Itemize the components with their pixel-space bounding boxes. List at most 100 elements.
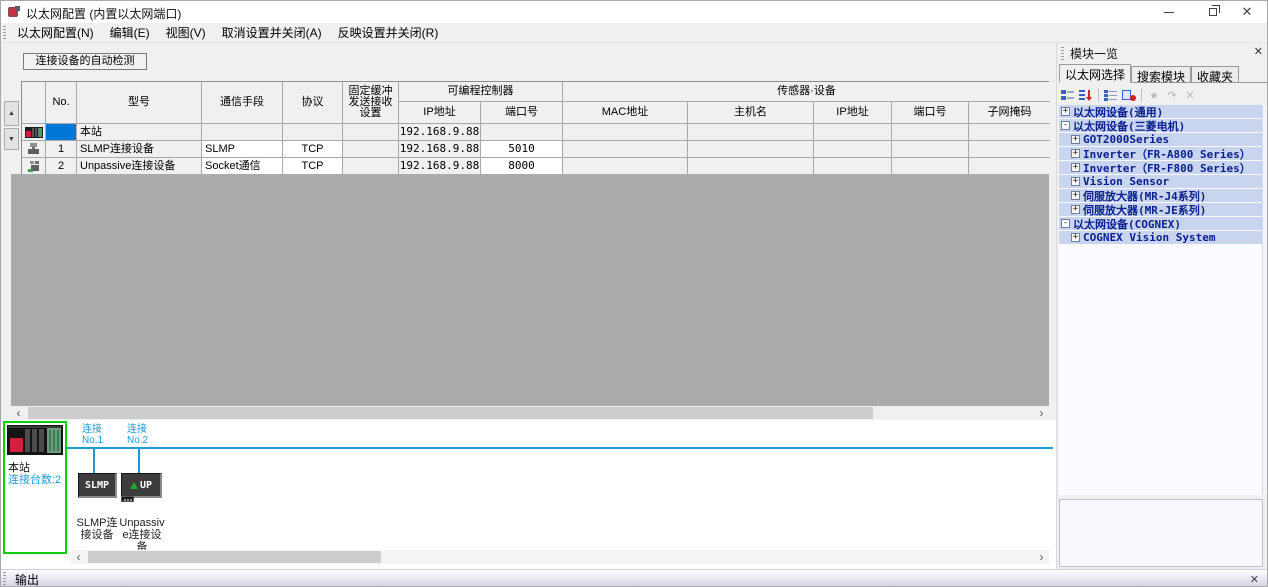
menu-view[interactable]: 视图(V): [158, 22, 214, 43]
expand-icon[interactable]: +: [1071, 205, 1080, 214]
scrollbar-thumb[interactable]: [28, 407, 873, 419]
minimize-button[interactable]: [1147, 1, 1191, 23]
menu-ethernet-config[interactable]: 以太网配置(N): [9, 22, 102, 43]
tree-item-servo-mrje[interactable]: + 伺服放大器(MR-JE系列): [1059, 203, 1263, 216]
scrollbar-thumb[interactable]: [88, 551, 381, 563]
tab-search-module[interactable]: 搜索模块: [1131, 66, 1191, 82]
hostname-cell[interactable]: [688, 141, 814, 158]
sensor-ip-cell[interactable]: [814, 141, 892, 158]
protocol-cell[interactable]: [283, 124, 343, 141]
fixed-buffer-cell[interactable]: [343, 141, 399, 158]
expand-icon[interactable]: +: [1071, 233, 1080, 242]
expand-icon[interactable]: +: [1071, 135, 1080, 144]
plc-port-cell[interactable]: [481, 124, 563, 141]
scroll-left-icon[interactable]: ‹: [71, 550, 86, 564]
hostname-cell[interactable]: [688, 158, 814, 175]
scroll-right-icon[interactable]: ›: [1034, 550, 1049, 564]
slmp-device-icon[interactable]: SLMP: [78, 473, 117, 498]
image-display-icon[interactable]: [1121, 88, 1137, 103]
ethernet-configuration-window: 以太网配置 (内置以太网端口) ✕ 以太网配置(N) 编辑(E) 视图(V) 取…: [0, 0, 1268, 587]
panel-close-icon[interactable]: ✕: [1254, 45, 1263, 58]
comm-cell[interactable]: Socket通信: [202, 158, 283, 175]
plc-port-cell[interactable]: 8000: [481, 158, 563, 175]
sensor-port-cell[interactable]: [892, 141, 969, 158]
sensor-ip-cell[interactable]: [814, 124, 892, 141]
tree-item-ethernet-generic[interactable]: + 以太网设备(通用): [1059, 105, 1263, 118]
header-icon-column: [22, 82, 46, 124]
move-row-up-button[interactable]: ▲: [4, 101, 19, 126]
output-close-icon[interactable]: ✕: [1250, 573, 1259, 586]
tab-favorites[interactable]: 收藏夹: [1191, 66, 1239, 82]
header-group-sensor: 传感器·设备: [563, 82, 1050, 102]
plc-ip-cell[interactable]: 192.168.9.88: [399, 124, 481, 141]
menu-edit[interactable]: 编辑(E): [102, 22, 158, 43]
category-display-icon[interactable]: [1060, 88, 1076, 103]
model-cell[interactable]: SLMP连接设备: [77, 141, 202, 158]
list-display-icon[interactable]: [1103, 88, 1119, 103]
tree-item-cognex-vision[interactable]: + COGNEX Vision System: [1059, 231, 1263, 244]
sort-icon[interactable]: [1078, 88, 1094, 103]
protocol-cell[interactable]: TCP: [283, 158, 343, 175]
auto-detect-button[interactable]: 连接设备的自动检测: [23, 53, 147, 70]
hostname-cell[interactable]: [688, 124, 814, 141]
collapse-icon[interactable]: -: [1061, 121, 1070, 130]
move-to-favorites-icon[interactable]: ↷: [1164, 88, 1180, 103]
sensor-ip-cell[interactable]: [814, 158, 892, 175]
mac-cell[interactable]: [563, 141, 688, 158]
header-hostname: 主机名: [688, 102, 814, 124]
tree-item-ethernet-mitsubishi[interactable]: - 以太网设备(三菱电机): [1059, 119, 1263, 132]
tree-item-got2000[interactable]: + GOT2000Series: [1059, 133, 1263, 146]
table-horizontal-scrollbar[interactable]: ‹ ›: [11, 406, 1049, 420]
sensor-port-cell[interactable]: [892, 158, 969, 175]
fixed-buffer-cell[interactable]: [343, 158, 399, 175]
model-cell[interactable]: 本站: [77, 124, 202, 141]
expand-icon[interactable]: +: [1071, 177, 1080, 186]
tree-item-vision-sensor[interactable]: + Vision Sensor: [1059, 175, 1263, 188]
expand-icon[interactable]: +: [1061, 107, 1070, 116]
tab-ethernet-selection[interactable]: 以太网选择: [1059, 64, 1131, 83]
mac-cell[interactable]: [563, 158, 688, 175]
scroll-left-icon[interactable]: ‹: [11, 406, 26, 420]
row-selector-cell[interactable]: [46, 124, 77, 141]
fixed-buffer-cell[interactable]: [343, 124, 399, 141]
header-model: 型号: [77, 82, 202, 124]
delete-icon[interactable]: ✕: [1182, 88, 1198, 103]
model-cell[interactable]: Unpassive连接设备: [77, 158, 202, 175]
tree-vertical-scrollbar[interactable]: [1262, 105, 1268, 495]
tree-item-ethernet-cognex[interactable]: - 以太网设备(COGNEX): [1059, 217, 1263, 230]
host-station-box[interactable]: 本站 连接台数:2: [3, 421, 67, 554]
tree-item-servo-mrj4[interactable]: + 伺服放大器(MR-J4系列): [1059, 189, 1263, 202]
diagram-horizontal-scrollbar[interactable]: ‹ ›: [71, 550, 1049, 564]
subnet-cell[interactable]: [969, 124, 1050, 141]
header-mac: MAC地址: [563, 102, 688, 124]
module-description-box: [1059, 499, 1263, 567]
comm-cell[interactable]: [202, 124, 283, 141]
expand-icon[interactable]: +: [1071, 149, 1080, 158]
expand-icon[interactable]: +: [1071, 191, 1080, 200]
plc-port-cell[interactable]: 5010: [481, 141, 563, 158]
move-row-down-button[interactable]: ▼: [4, 128, 19, 150]
unpassive-device-label: Unpassive连接设备: [118, 517, 166, 553]
scroll-right-icon[interactable]: ›: [1034, 406, 1049, 420]
tree-item-inverter-a800[interactable]: + Inverter（FR-A800 Series）: [1059, 147, 1263, 160]
panel-title-bar: 模块一览: [1059, 45, 1267, 62]
subnet-cell[interactable]: [969, 158, 1050, 175]
menu-cancel-and-close[interactable]: 取消设置并关闭(A): [214, 22, 330, 43]
close-button[interactable]: ✕: [1225, 1, 1268, 23]
menu-apply-and-close[interactable]: 反映设置并关闭(R): [330, 22, 447, 43]
unpassive-device-icon[interactable]: UP: [121, 473, 162, 498]
collapse-icon[interactable]: -: [1061, 219, 1070, 228]
comm-cell[interactable]: SLMP: [202, 141, 283, 158]
mac-cell[interactable]: [563, 124, 688, 141]
expand-icon[interactable]: +: [1071, 163, 1080, 172]
subnet-cell[interactable]: [969, 141, 1050, 158]
plc-ip-cell[interactable]: 192.168.9.88: [399, 141, 481, 158]
sensor-port-cell[interactable]: [892, 124, 969, 141]
plc-ip-cell[interactable]: 192.168.9.88: [399, 158, 481, 175]
row-selector-cell[interactable]: 1: [46, 141, 77, 158]
protocol-cell[interactable]: TCP: [283, 141, 343, 158]
favorite-icon[interactable]: ★: [1146, 88, 1162, 103]
tree-item-inverter-f800[interactable]: + Inverter（FR-F800 Series）: [1059, 161, 1263, 174]
output-bar[interactable]: 输出 ✕: [1, 569, 1267, 587]
row-selector-cell[interactable]: 2: [46, 158, 77, 175]
